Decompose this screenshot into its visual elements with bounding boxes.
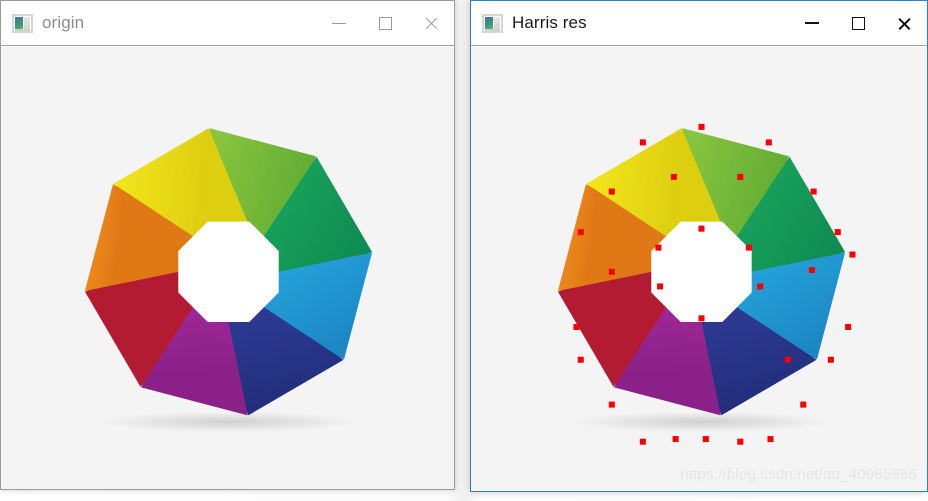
titlebar-harris-res[interactable]: Harris res: [471, 1, 927, 45]
harris-corner-marker: [766, 139, 772, 145]
pinwheel-logo-origin: [56, 101, 401, 446]
harris-corner-marker: [767, 436, 773, 442]
minimize-icon: [805, 22, 819, 24]
harris-corner-marker: [849, 252, 855, 258]
minimize-icon: [332, 23, 346, 24]
image-stage-origin: [1, 46, 454, 489]
watermark-text: https://blog.csdn.net/qq_40985985: [680, 466, 917, 483]
maximize-icon: [852, 17, 865, 30]
harris-corner-marker: [828, 357, 834, 363]
center-octagon: [651, 222, 751, 322]
harris-corner-marker: [673, 436, 679, 442]
harris-corner-marker: [757, 283, 763, 289]
harris-corner-marker: [746, 245, 752, 251]
harris-corner-marker: [785, 357, 791, 363]
harris-corner-marker: [655, 245, 661, 251]
harris-corner-marker: [640, 139, 646, 145]
harris-corner-marker: [671, 174, 677, 180]
window-controls-harris-res: [789, 1, 927, 45]
close-icon: [897, 16, 912, 31]
maximize-icon: [379, 17, 392, 30]
harris-corner-marker: [737, 174, 743, 180]
harris-corner-marker: [578, 229, 584, 235]
window-origin[interactable]: origin: [0, 0, 455, 490]
close-button[interactable]: [881, 1, 927, 45]
titlebar-origin[interactable]: origin: [1, 1, 454, 45]
harris-corner-marker: [609, 189, 615, 195]
image-thumbnail-icon: [482, 14, 503, 33]
harris-corner-marker: [845, 324, 851, 330]
center-octagon: [178, 222, 278, 322]
minimize-button[interactable]: [316, 1, 362, 45]
harris-corner-marker: [800, 402, 806, 408]
harris-corner-marker: [640, 439, 646, 445]
minimize-button[interactable]: [789, 1, 835, 45]
window-harris-res[interactable]: Harris res https://blog.csdn.net/qq_4098…: [470, 0, 928, 492]
harris-corner-marker: [573, 324, 579, 330]
close-icon: [424, 16, 439, 31]
window-controls-origin: [316, 1, 454, 45]
image-stage-harris-res: https://blog.csdn.net/qq_40985985: [471, 46, 927, 491]
harris-corner-marker: [609, 269, 615, 275]
harris-corner-marker: [657, 283, 663, 289]
maximize-button[interactable]: [362, 1, 408, 45]
harris-corner-marker: [737, 439, 743, 445]
harris-corner-marker: [835, 229, 841, 235]
harris-corner-marker: [609, 402, 615, 408]
harris-corner-marker: [578, 357, 584, 363]
harris-corner-marker: [698, 315, 704, 321]
window-title-origin: origin: [42, 13, 84, 33]
maximize-button[interactable]: [835, 1, 881, 45]
harris-corner-marker: [698, 124, 704, 130]
close-button[interactable]: [408, 1, 454, 45]
harris-corner-marker: [698, 226, 704, 232]
client-area-origin: [1, 45, 454, 489]
client-area-harris-res: https://blog.csdn.net/qq_40985985: [471, 45, 927, 491]
harris-corner-marker: [703, 436, 709, 442]
harris-corner-marker: [811, 189, 817, 195]
pinwheel-logo-harris-corners: [529, 101, 874, 446]
harris-corner-marker: [809, 267, 815, 273]
image-thumbnail-icon: [12, 14, 33, 33]
window-title-harris-res: Harris res: [512, 13, 587, 33]
